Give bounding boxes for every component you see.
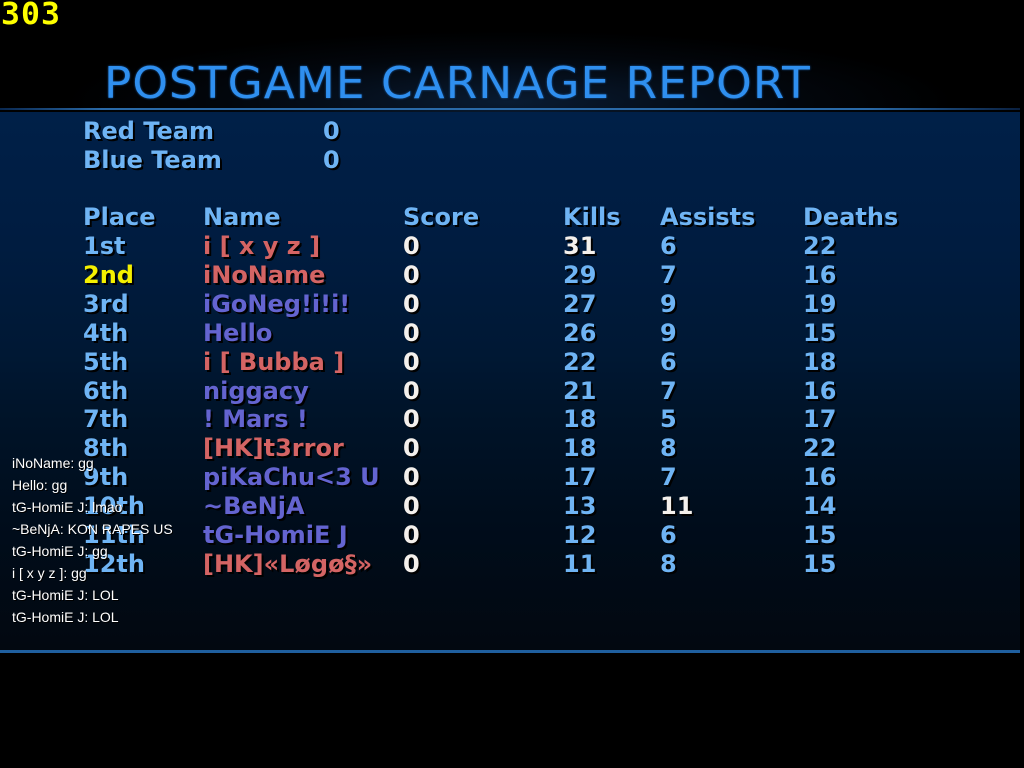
player-deaths: 15 bbox=[803, 319, 837, 347]
player-assists: 6 bbox=[660, 232, 677, 260]
player-score: 0 bbox=[403, 377, 420, 405]
player-name: Hello bbox=[203, 319, 273, 347]
chat-message: tG-HomiE J: LOL bbox=[12, 609, 119, 625]
player-deaths: 22 bbox=[803, 434, 837, 462]
player-score: 0 bbox=[403, 434, 420, 462]
column-header-deaths: Deaths bbox=[803, 203, 899, 231]
player-assists: 7 bbox=[660, 261, 677, 289]
team-red-label: Red Team bbox=[83, 117, 214, 145]
player-place: 5th bbox=[83, 348, 129, 376]
player-deaths: 18 bbox=[803, 348, 837, 376]
player-kills: 21 bbox=[563, 377, 597, 405]
player-assists: 8 bbox=[660, 550, 677, 578]
player-assists: 8 bbox=[660, 434, 677, 462]
column-header-kills: Kills bbox=[563, 203, 621, 231]
player-score: 0 bbox=[403, 405, 420, 433]
player-assists: 9 bbox=[660, 319, 677, 347]
player-place: 6th bbox=[83, 377, 129, 405]
panel-bottom-divider bbox=[0, 650, 1020, 653]
player-kills: 17 bbox=[563, 463, 597, 491]
chat-message: tG-HomiE J: lmao bbox=[12, 499, 123, 515]
player-kills: 18 bbox=[563, 405, 597, 433]
player-kills: 26 bbox=[563, 319, 597, 347]
column-header-score: Score bbox=[403, 203, 480, 231]
chat-message: ~BeNjA: KON RAPES US bbox=[12, 521, 173, 537]
team-red-score: 0 bbox=[323, 117, 340, 145]
player-kills: 27 bbox=[563, 290, 597, 318]
player-place: 2nd bbox=[83, 261, 134, 289]
chat-message: i [ x y z ]: gg bbox=[12, 565, 87, 581]
player-kills: 13 bbox=[563, 492, 597, 520]
chat-message: tG-HomiE J: LOL bbox=[12, 587, 119, 603]
player-assists: 7 bbox=[660, 463, 677, 491]
player-deaths: 15 bbox=[803, 550, 837, 578]
player-assists: 5 bbox=[660, 405, 677, 433]
player-name: ~BeNjA bbox=[203, 492, 305, 520]
player-deaths: 16 bbox=[803, 261, 837, 289]
player-place: 1st bbox=[83, 232, 126, 260]
player-deaths: 16 bbox=[803, 377, 837, 405]
player-deaths: 17 bbox=[803, 405, 837, 433]
team-blue-label: Blue Team bbox=[83, 146, 222, 174]
player-assists: 11 bbox=[660, 492, 694, 520]
player-score: 0 bbox=[403, 319, 420, 347]
player-kills: 18 bbox=[563, 434, 597, 462]
player-assists: 9 bbox=[660, 290, 677, 318]
player-deaths: 22 bbox=[803, 232, 837, 260]
column-header-place: Place bbox=[83, 203, 156, 231]
chat-message: iNoName: gg bbox=[12, 455, 94, 471]
player-score: 0 bbox=[403, 550, 420, 578]
player-name: niggacy bbox=[203, 377, 309, 405]
page-title: POSTGAME CARNAGE REPORT bbox=[104, 58, 811, 109]
player-kills: 29 bbox=[563, 261, 597, 289]
player-deaths: 14 bbox=[803, 492, 837, 520]
player-assists: 6 bbox=[660, 348, 677, 376]
chat-log: iNoName: gg Hello: gg tG-HomiE J: lmao ~BeN… bbox=[12, 452, 173, 628]
player-score: 0 bbox=[403, 492, 420, 520]
team-blue-score: 0 bbox=[323, 146, 340, 174]
player-assists: 7 bbox=[660, 377, 677, 405]
player-score: 0 bbox=[403, 261, 420, 289]
player-name: piKaChu<3 U bbox=[203, 463, 380, 491]
player-name: [HK]t3rror bbox=[203, 434, 344, 462]
column-header-name: Name bbox=[203, 203, 281, 231]
player-name: iNoName bbox=[203, 261, 326, 289]
player-place: 7th bbox=[83, 405, 129, 433]
fps-counter: 303 bbox=[1, 0, 62, 32]
postgame-screen: 303 POSTGAME CARNAGE REPORT Red Team 0 B… bbox=[0, 0, 1024, 768]
player-name: tG-HomiE J bbox=[203, 521, 348, 549]
player-deaths: 19 bbox=[803, 290, 837, 318]
player-name: iGoNeg!i!i! bbox=[203, 290, 351, 318]
player-score: 0 bbox=[403, 348, 420, 376]
player-name: [HK]«Løgø§» bbox=[203, 550, 373, 578]
player-kills: 11 bbox=[563, 550, 597, 578]
chat-message: tG-HomiE J: gg bbox=[12, 543, 108, 559]
player-kills: 12 bbox=[563, 521, 597, 549]
player-name: ! Mars ! bbox=[203, 405, 308, 433]
player-place: 4th bbox=[83, 319, 129, 347]
player-name: i [ x y z ] bbox=[203, 232, 321, 260]
player-name: i [ Bubba ] bbox=[203, 348, 345, 376]
chat-message: Hello: gg bbox=[12, 477, 68, 493]
player-kills: 31 bbox=[563, 232, 597, 260]
player-assists: 6 bbox=[660, 521, 677, 549]
player-score: 0 bbox=[403, 290, 420, 318]
title-divider bbox=[0, 108, 1020, 110]
player-deaths: 15 bbox=[803, 521, 837, 549]
column-header-assists: Assists bbox=[660, 203, 756, 231]
player-place: 3rd bbox=[83, 290, 129, 318]
player-score: 0 bbox=[403, 232, 420, 260]
player-score: 0 bbox=[403, 463, 420, 491]
player-score: 0 bbox=[403, 521, 420, 549]
player-deaths: 16 bbox=[803, 463, 837, 491]
player-kills: 22 bbox=[563, 348, 597, 376]
